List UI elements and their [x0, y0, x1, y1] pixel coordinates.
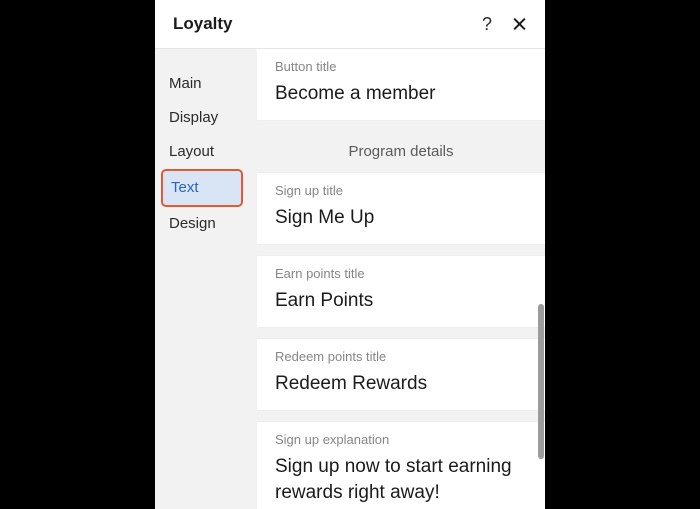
field-value: Sign up now to start earning rewards rig…	[275, 454, 527, 506]
loyalty-settings-panel: Loyalty ? Main Display Layout Text Desig…	[155, 0, 545, 509]
program-details-header: Program details	[257, 131, 545, 172]
sidebar-nav: Main Display Layout Text Design	[155, 49, 257, 509]
panel-body: Main Display Layout Text Design Button t…	[155, 49, 545, 509]
field-value: Become a member	[275, 81, 527, 107]
field-label: Redeem points title	[275, 349, 527, 364]
field-value: Sign Me Up	[275, 205, 527, 231]
panel-title: Loyalty	[173, 14, 477, 34]
sidebar-item-main[interactable]: Main	[155, 67, 257, 101]
sign-up-explanation-field[interactable]: Sign up explanation Sign up now to start…	[257, 422, 545, 509]
field-label: Sign up explanation	[275, 432, 527, 447]
button-title-field[interactable]: Button title Become a member	[257, 49, 545, 120]
sidebar-item-text[interactable]: Text	[161, 169, 243, 207]
redeem-points-group: Redeem points title Redeem Rewards	[257, 338, 545, 411]
panel-header: Loyalty ?	[155, 0, 545, 49]
earn-points-title-field[interactable]: Earn points title Earn Points	[257, 256, 545, 327]
header-actions: ?	[477, 14, 529, 35]
field-value: Earn Points	[275, 288, 527, 314]
sidebar-item-design[interactable]: Design	[155, 207, 257, 241]
button-section-group: Button title Become a member	[257, 49, 545, 121]
content-area[interactable]: Button title Become a member Program det…	[257, 49, 545, 509]
scrollbar-thumb[interactable]	[538, 304, 544, 459]
program-details-group: Sign up title Sign Me Up	[257, 172, 545, 245]
sign-up-explanation-group: Sign up explanation Sign up now to start…	[257, 421, 545, 509]
close-icon[interactable]	[509, 14, 529, 34]
field-label: Button title	[275, 59, 527, 74]
sign-up-title-field[interactable]: Sign up title Sign Me Up	[257, 173, 545, 244]
redeem-points-title-field[interactable]: Redeem points title Redeem Rewards	[257, 339, 545, 410]
help-icon[interactable]: ?	[477, 14, 497, 35]
field-label: Earn points title	[275, 266, 527, 281]
sidebar-item-layout[interactable]: Layout	[155, 135, 257, 169]
sidebar-item-display[interactable]: Display	[155, 101, 257, 135]
earn-points-group: Earn points title Earn Points	[257, 255, 545, 328]
field-label: Sign up title	[275, 183, 527, 198]
field-value: Redeem Rewards	[275, 371, 527, 397]
